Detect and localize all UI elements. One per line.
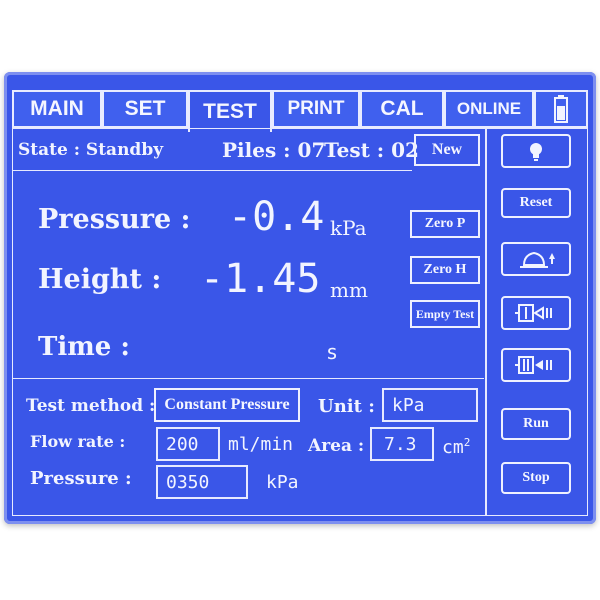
flow-rate-unit: ml/min bbox=[228, 434, 294, 455]
height-value: -1.45 bbox=[200, 256, 321, 302]
area-unit: cm2 bbox=[442, 436, 470, 458]
settings-divider bbox=[12, 378, 484, 379]
area-unit-exponent: 2 bbox=[463, 436, 471, 449]
empty-test-button[interactable]: Empty Test bbox=[410, 300, 480, 328]
new-button[interactable]: New bbox=[414, 134, 480, 166]
area-field[interactable]: 7.3 bbox=[370, 427, 434, 461]
area-label: Area : bbox=[308, 436, 365, 456]
tab-test[interactable]: TEST bbox=[188, 90, 272, 132]
state-indicator: State : Standby bbox=[18, 140, 164, 160]
height-label: Height : bbox=[38, 264, 162, 295]
valve-close-icon bbox=[515, 356, 552, 374]
test-method-label: Test method : bbox=[26, 396, 156, 416]
valve-open-button[interactable] bbox=[501, 296, 571, 330]
unit-field[interactable]: kPa bbox=[382, 388, 478, 422]
flow-rate-label: Flow rate : bbox=[30, 432, 126, 451]
area-unit-base: cm bbox=[442, 437, 464, 458]
zero-height-button[interactable]: Zero H bbox=[410, 256, 480, 284]
light-button[interactable] bbox=[501, 134, 571, 168]
pressure-setting-unit: kPa bbox=[266, 472, 299, 493]
unit-label: Unit : bbox=[318, 396, 375, 417]
test-counter: Test : 02 bbox=[324, 138, 419, 162]
pressure-setting-label: Pressure : bbox=[30, 468, 132, 489]
tab-online[interactable]: ONLINE bbox=[444, 90, 534, 128]
tab-set[interactable]: SET bbox=[102, 90, 188, 128]
test-method-selector[interactable]: Constant Pressure bbox=[154, 388, 300, 422]
lift-button[interactable] bbox=[501, 242, 571, 276]
valve-close-button[interactable] bbox=[501, 348, 571, 382]
piles-counter: Piles : 07 bbox=[222, 138, 326, 162]
run-button[interactable]: Run bbox=[501, 408, 571, 440]
pressure-unit: kPa bbox=[330, 216, 367, 240]
battery-icon bbox=[554, 95, 568, 123]
pressure-label: Pressure : bbox=[38, 204, 191, 235]
status-divider bbox=[12, 170, 412, 171]
tab-print[interactable]: PRINT bbox=[272, 90, 360, 128]
height-unit: mm bbox=[330, 278, 368, 302]
time-unit: s bbox=[326, 340, 339, 364]
valve-open-icon bbox=[515, 304, 552, 322]
zero-pressure-button[interactable]: Zero P bbox=[410, 210, 480, 238]
stop-button[interactable]: Stop bbox=[501, 462, 571, 494]
pressure-value: -0.4 bbox=[228, 194, 325, 240]
bell-up-icon bbox=[520, 251, 555, 268]
reset-button[interactable]: Reset bbox=[501, 188, 571, 218]
flow-rate-field[interactable]: 200 bbox=[156, 427, 220, 461]
battery-tab bbox=[534, 90, 588, 128]
lightbulb-icon bbox=[530, 143, 542, 161]
time-label: Time : bbox=[38, 332, 130, 362]
tab-cal[interactable]: CAL bbox=[360, 90, 444, 128]
tab-main[interactable]: MAIN bbox=[12, 90, 102, 128]
pressure-setting-field[interactable]: 0350 bbox=[156, 465, 248, 499]
control-panel-screen: MAIN SET TEST PRINT CAL ONLINE State : S… bbox=[4, 72, 596, 524]
